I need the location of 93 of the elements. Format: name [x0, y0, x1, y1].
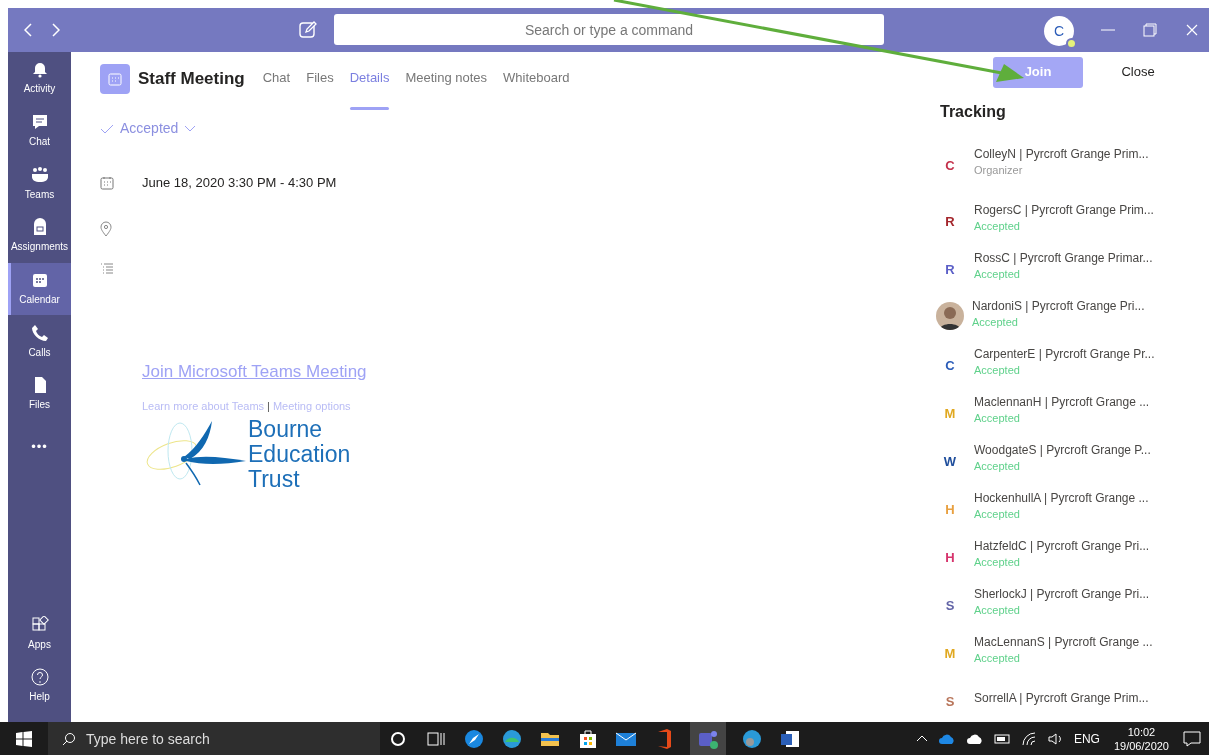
- attendee-name: ColleyN | Pyrcroft Grange Prim...: [974, 146, 1149, 162]
- date-text: 19/06/2020: [1113, 738, 1169, 753]
- time-text: 10:02: [1127, 724, 1156, 739]
- close-button[interactable]: Close: [1103, 56, 1173, 88]
- attendee-initial: S: [944, 597, 956, 616]
- help-icon: [30, 668, 49, 686]
- check-icon: [100, 123, 114, 134]
- compose-button[interactable]: [298, 20, 318, 40]
- attendee-status: Accepted: [974, 267, 1021, 282]
- tracking-heading: Tracking: [940, 102, 1007, 122]
- close-icon: [1186, 24, 1198, 36]
- search-field[interactable]: Search or type a command: [334, 14, 884, 45]
- attendee-initial: C: [944, 357, 956, 376]
- more-apps-button[interactable]: •••: [8, 420, 71, 473]
- sidebar-item[interactable]: Apps: [8, 608, 71, 660]
- logo-text: Trust: [248, 466, 301, 492]
- presence-icon: [1066, 38, 1077, 49]
- attendee-initial: C: [944, 157, 956, 176]
- compose-icon: [298, 20, 318, 40]
- location-icon: [100, 220, 112, 237]
- calendar-icon: [100, 175, 114, 190]
- attendee-status: Accepted: [974, 219, 1021, 234]
- meeting-tab[interactable]: Whiteboard: [495, 52, 578, 106]
- phone-icon: [30, 323, 49, 342]
- attendee-name: SorrellA | Pyrcroft Grange Prim...: [974, 690, 1149, 706]
- attendee-status: Accepted: [974, 459, 1021, 474]
- logo-text: Education: [248, 441, 351, 467]
- attendee-status: Accepted: [974, 651, 1021, 666]
- teams-icon: [30, 165, 49, 184]
- windows-logo-icon: [16, 730, 32, 747]
- attendee-name: HatzfeldC | Pyrcroft Grange Pri...: [974, 538, 1150, 554]
- attendee-initial: M: [943, 645, 957, 664]
- separator-text: |: [267, 399, 270, 414]
- attendee-name: CarpenterE | Pyrcroft Grange Pr...: [974, 346, 1155, 362]
- attendee-name: RogersC | Pyrcroft Grange Prim...: [974, 202, 1154, 218]
- avatar-placeholder: [936, 302, 964, 330]
- taskbar-search-field[interactable]: Type here to search: [48, 722, 380, 755]
- attendee-status: Accepted: [972, 315, 1019, 330]
- battery-icon[interactable]: [993, 732, 1012, 745]
- attendee-status: Accepted: [974, 411, 1021, 426]
- attendee-name: RossC | Pyrcroft Grange Primar...: [974, 250, 1153, 266]
- attendee-name: NardoniS | Pyrcroft Grange Pri...: [972, 298, 1145, 314]
- teams-taskbar-icon[interactable]: [690, 722, 726, 755]
- sidebar-item[interactable]: Activity: [8, 52, 71, 105]
- search-icon: [62, 732, 76, 746]
- attendee-status: Organizer: [974, 163, 1024, 178]
- notifications-icon[interactable]: [1183, 730, 1201, 747]
- attendee-initial: M: [943, 405, 957, 424]
- attendee-name: HockenhullA | Pyrcroft Grange ...: [974, 490, 1149, 506]
- sidebar-item[interactable]: Calendar: [8, 262, 71, 316]
- chat-icon: [30, 113, 49, 132]
- restore-icon: [1143, 23, 1157, 37]
- attendee-initial: R: [944, 261, 956, 280]
- meeting-tab[interactable]: Chat: [254, 52, 299, 106]
- sidebar-item[interactable]: Help: [8, 660, 71, 712]
- calendar-icon: [30, 271, 49, 290]
- attendee-initial: H: [944, 501, 956, 520]
- restore-button[interactable]: [1140, 20, 1160, 40]
- speaker-icon[interactable]: [1047, 731, 1064, 746]
- attendee-status: Accepted: [974, 555, 1021, 570]
- attendee-status: Accepted: [974, 603, 1021, 618]
- cloud-icon[interactable]: [965, 732, 984, 745]
- meeting-icon: [100, 64, 130, 94]
- sidebar-item[interactable]: Chat: [8, 104, 71, 158]
- sidebar-item[interactable]: Calls: [8, 315, 71, 369]
- meeting-title: Staff Meeting: [138, 67, 245, 90]
- language-indicator[interactable]: ENG: [1073, 729, 1100, 748]
- clock[interactable]: 10:02 19/06/2020: [1109, 724, 1173, 753]
- sidebar-item[interactable]: Files: [8, 368, 71, 421]
- chevron-down-icon: [184, 124, 197, 133]
- chevron-left-icon: [24, 23, 32, 37]
- attendee-status: Accepted: [974, 363, 1021, 378]
- list-icon: [100, 262, 114, 275]
- minimize-icon: [1101, 29, 1115, 31]
- sidebar-item[interactable]: Teams: [8, 157, 71, 211]
- attendee-name: MaclennanH | Pyrcroft Grange ...: [974, 394, 1150, 410]
- user-avatar[interactable]: C: [1044, 16, 1074, 46]
- apps-icon: [30, 616, 49, 634]
- meeting-date: June 18, 2020 3:30 PM - 4:30 PM: [142, 174, 337, 192]
- attendee-status: Accepted: [974, 507, 1021, 522]
- attendee-initial: R: [944, 213, 956, 232]
- meeting-tab[interactable]: Meeting notes: [397, 52, 496, 106]
- attendee-name: WoodgateS | Pyrcroft Grange P...: [974, 442, 1151, 458]
- attendee-initial: W: [942, 453, 958, 472]
- attendee-name: SherlockJ | Pyrcroft Grange Pri...: [974, 586, 1150, 602]
- attendee-initial: S: [944, 693, 956, 712]
- meeting-tab[interactable]: Files: [298, 52, 342, 106]
- logo-text: Bourne: [248, 416, 324, 442]
- attendee-initial: H: [944, 549, 956, 568]
- chevron-right-icon: [52, 23, 60, 37]
- wifi-icon[interactable]: [1021, 731, 1038, 746]
- sidebar-item[interactable]: Assignments: [8, 210, 71, 263]
- attendee-name: MacLennanS | Pyrcroft Grange ...: [974, 634, 1153, 650]
